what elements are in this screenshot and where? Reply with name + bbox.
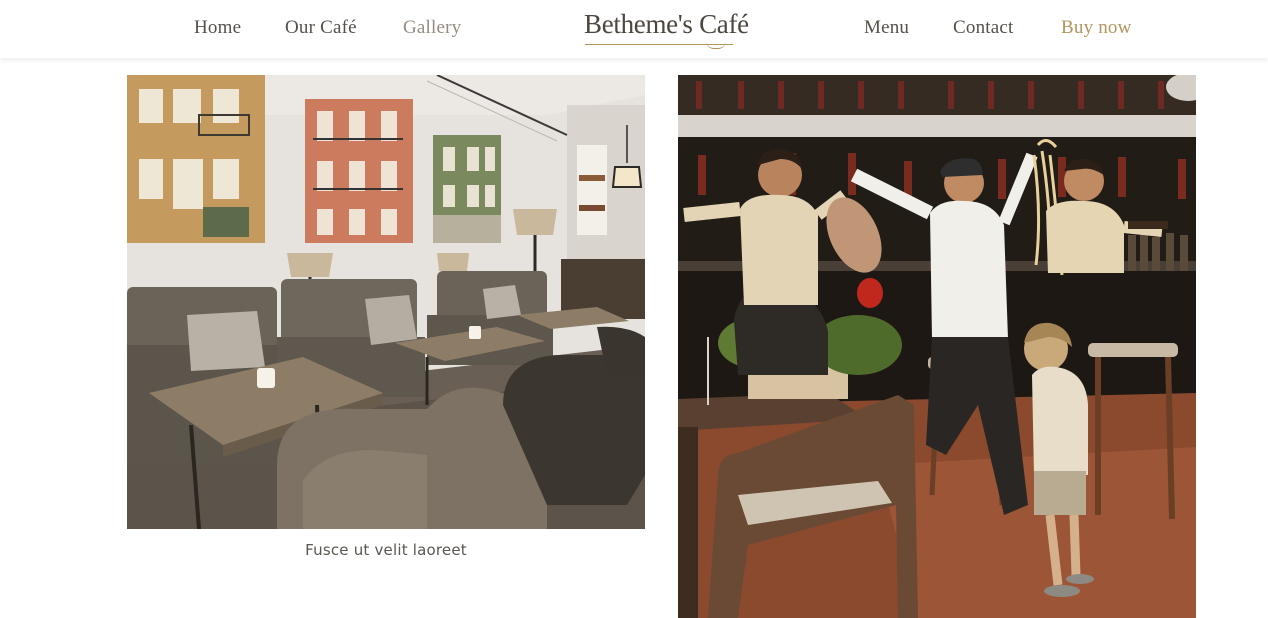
logo-swash <box>706 41 726 49</box>
logo-text: Betheme's Café <box>584 9 749 39</box>
site-header: Home Our Café Gallery Betheme's Café Men… <box>0 0 1268 58</box>
nav-contact-link[interactable]: Contact <box>953 16 1014 40</box>
gallery-item-1[interactable] <box>127 75 645 529</box>
gallery-item-1-caption: Fusce ut velit laoreet <box>305 541 467 559</box>
nav-our-cafe-link[interactable]: Our Café <box>285 16 357 40</box>
cafe-lounge-interior-photo <box>127 75 645 529</box>
nav-gallery-link[interactable]: Gallery <box>403 16 461 40</box>
nav-buy-now-link[interactable]: Buy now <box>1061 16 1132 40</box>
staff-with-food-at-bar-photo <box>678 75 1196 618</box>
nav-menu-link[interactable]: Menu <box>864 16 909 40</box>
nav-home-link[interactable]: Home <box>194 16 241 40</box>
site-logo[interactable]: Betheme's Café <box>584 8 749 49</box>
gallery-item-2[interactable] <box>678 75 1196 618</box>
